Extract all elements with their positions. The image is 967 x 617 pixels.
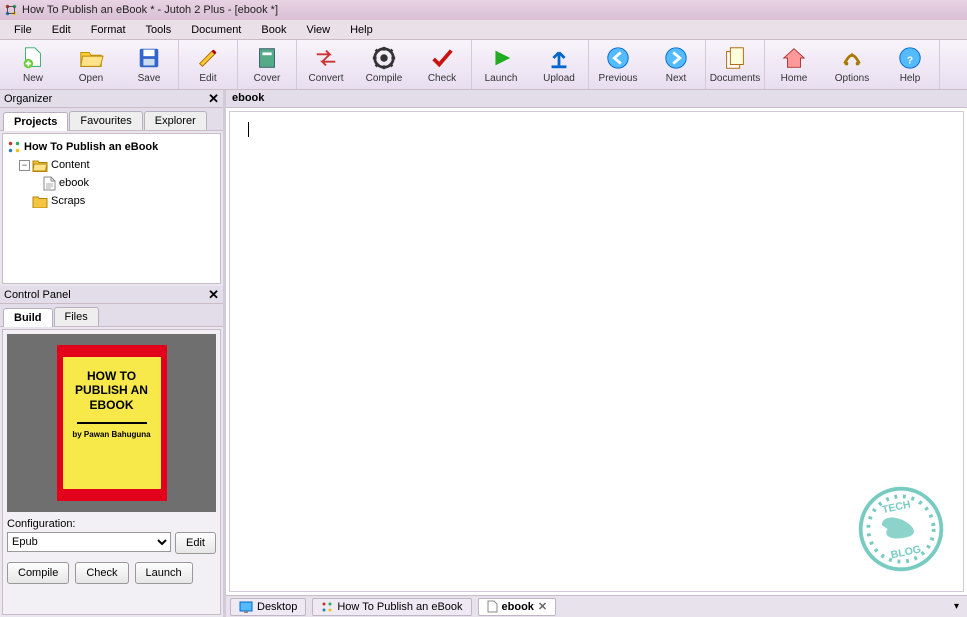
tool-upload-button[interactable]: Upload	[530, 40, 588, 89]
control-build-pane: HOW TO PUBLISH AN EBOOK by Pawan Bahugun…	[2, 329, 221, 615]
tool-new-button[interactable]: New	[4, 40, 62, 89]
folder-icon	[32, 195, 48, 208]
config-edit-button[interactable]: Edit	[175, 532, 216, 554]
tool-save-button[interactable]: Save	[120, 40, 178, 89]
previous-icon	[605, 45, 631, 71]
organizer-panel: Organizer ✕ ProjectsFavouritesExplorer H…	[0, 90, 223, 286]
tool-previous-button[interactable]: Previous	[589, 40, 647, 89]
tree-node-ebook[interactable]: ebook	[5, 174, 218, 192]
documents-icon	[722, 45, 748, 71]
control-title: Control Panel	[4, 289, 71, 301]
configuration-label: Configuration:	[7, 518, 76, 530]
organizer-tabs: ProjectsFavouritesExplorer	[0, 108, 223, 131]
tool-compile-button[interactable]: Compile	[355, 40, 413, 89]
menu-book[interactable]: Book	[251, 22, 296, 38]
menu-document[interactable]: Document	[181, 22, 251, 38]
tree-node-content[interactable]: − Content	[5, 156, 218, 174]
organizer-close-icon[interactable]: ✕	[208, 91, 219, 107]
tool-launch-button[interactable]: Launch	[472, 40, 530, 89]
document-icon	[487, 600, 498, 613]
home-icon	[781, 45, 807, 71]
tab-overflow-icon[interactable]: ▾	[954, 601, 959, 612]
convert-icon	[313, 45, 339, 71]
menu-view[interactable]: View	[296, 22, 340, 38]
project-tree[interactable]: How To Publish an eBook − Content ebook …	[2, 133, 221, 284]
folder-open-icon	[32, 159, 48, 172]
tool-cover-button[interactable]: Cover	[238, 40, 296, 89]
document-title-bar: ebook	[226, 90, 967, 108]
title-bar: How To Publish an eBook * - Jutoh 2 Plus…	[0, 0, 967, 20]
tool-home-button[interactable]: Home	[765, 40, 823, 89]
tool-help-button[interactable]: ?Help	[881, 40, 939, 89]
tool-edit-button[interactable]: Edit	[179, 40, 237, 89]
tree-root[interactable]: How To Publish an eBook	[5, 138, 218, 156]
menu-help[interactable]: Help	[340, 22, 383, 38]
control-tab-files[interactable]: Files	[54, 307, 99, 326]
compile-icon	[371, 45, 397, 71]
menu-format[interactable]: Format	[81, 22, 136, 38]
new-icon	[20, 45, 46, 71]
doc-tab-how-to-publish-an-ebook[interactable]: How To Publish an eBook	[312, 598, 471, 616]
svg-text:?: ?	[907, 56, 913, 67]
next-icon	[663, 45, 689, 71]
document-icon	[43, 176, 56, 191]
bottom-tab-bar: Desktop How To Publish an eBook ebook✕ ▾	[226, 595, 967, 617]
control-panel: Control Panel ✕ BuildFiles HOW TO PUBLIS…	[0, 286, 223, 617]
tab-close-icon[interactable]: ✕	[538, 600, 547, 613]
doc-tab-ebook[interactable]: ebook✕	[478, 598, 557, 616]
menu-tools[interactable]: Tools	[136, 22, 182, 38]
help-icon: ?	[897, 45, 923, 71]
tool-check-button[interactable]: Check	[413, 40, 471, 89]
watermark-logo-icon: TECH BLOG	[853, 481, 949, 577]
control-tabs: BuildFiles	[0, 304, 223, 327]
compile-button[interactable]: Compile	[7, 562, 69, 584]
cover-author: by Pawan Bahuguna	[72, 430, 150, 439]
text-editor[interactable]: TECH BLOG	[229, 111, 964, 592]
tool-next-button[interactable]: Next	[647, 40, 705, 89]
configuration-select[interactable]: Epub	[7, 532, 171, 552]
project-icon	[7, 140, 21, 154]
check-icon	[429, 45, 455, 71]
text-cursor	[248, 122, 249, 137]
save-icon	[136, 45, 162, 71]
upload-icon	[546, 45, 572, 71]
cover-icon	[254, 45, 280, 71]
project-icon	[321, 601, 333, 613]
main-toolbar: NewOpenSaveEditCoverConvertCompileCheckL…	[0, 40, 967, 90]
organizer-title: Organizer	[4, 93, 52, 105]
app-logo-icon	[4, 3, 18, 17]
svg-text:TECH: TECH	[881, 498, 912, 516]
launch-icon	[488, 45, 514, 71]
options-icon	[839, 45, 865, 71]
desktop-icon	[239, 601, 253, 613]
tree-node-scraps[interactable]: Scraps	[5, 192, 218, 210]
tool-documents-button[interactable]: Documents	[706, 40, 764, 89]
edit-icon	[195, 45, 221, 71]
control-close-icon[interactable]: ✕	[208, 287, 219, 303]
tool-open-button[interactable]: Open	[62, 40, 120, 89]
cover-preview[interactable]: HOW TO PUBLISH AN EBOOK by Pawan Bahugun…	[7, 334, 216, 512]
organizer-tab-projects[interactable]: Projects	[3, 112, 68, 131]
launch-button[interactable]: Launch	[135, 562, 193, 584]
control-tab-build[interactable]: Build	[3, 308, 53, 327]
organizer-tab-explorer[interactable]: Explorer	[144, 111, 207, 130]
open-icon	[78, 45, 104, 71]
check-button[interactable]: Check	[75, 562, 128, 584]
window-title: How To Publish an eBook * - Jutoh 2 Plus…	[22, 4, 278, 16]
menu-edit[interactable]: Edit	[42, 22, 81, 38]
cover-title: HOW TO PUBLISH AN EBOOK	[67, 369, 157, 412]
collapse-icon[interactable]: −	[19, 160, 30, 171]
organizer-tab-favourites[interactable]: Favourites	[69, 111, 142, 130]
menu-bar: FileEditFormatToolsDocumentBookViewHelp	[0, 20, 967, 40]
tool-convert-button[interactable]: Convert	[297, 40, 355, 89]
tool-options-button[interactable]: Options	[823, 40, 881, 89]
doc-tab-desktop[interactable]: Desktop	[230, 598, 306, 616]
menu-file[interactable]: File	[4, 22, 42, 38]
